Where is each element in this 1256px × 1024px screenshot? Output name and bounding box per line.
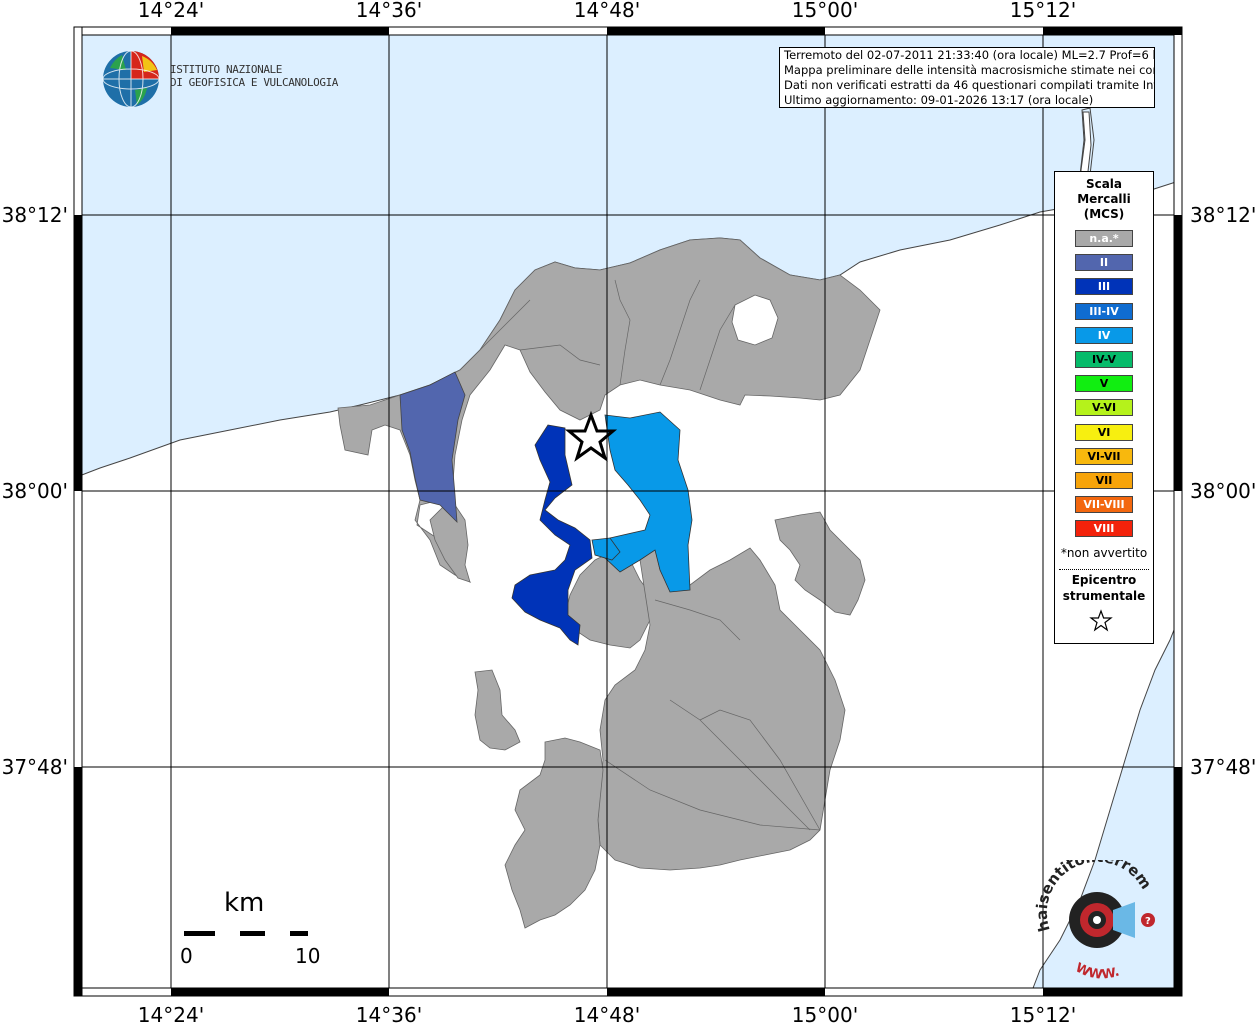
svg-text:WWW.: WWW.: [1073, 961, 1121, 980]
legend-class-iii-iv: III-IV: [1075, 302, 1133, 320]
x-tick-top-4: 15°00': [792, 0, 858, 22]
legend-title: Scala Mercalli (MCS): [1055, 177, 1153, 222]
y-tick-labels-right: 38°12' 38°00' 37°48': [1190, 203, 1256, 779]
y-tick-left-3: 37°48': [2, 755, 68, 779]
y-tick-left-1: 38°12': [2, 203, 68, 227]
ingv-institute-name: ISTITUTO NAZIONALE DI GEOFISICA E VULCAN…: [170, 63, 338, 89]
y-tick-right-3: 37°48': [1190, 755, 1256, 779]
legend-class-v-vi: V-VI: [1075, 399, 1133, 417]
y-tick-labels-left: 38°12' 38°00' 37°48': [2, 203, 68, 779]
legend-class-n-a: n.a.*: [1075, 230, 1133, 247]
x-tick-bottom-5: 15°12': [1010, 1003, 1076, 1024]
legend-class-vii: VII: [1075, 472, 1133, 489]
legend-title-line-2: Mercalli: [1077, 192, 1131, 206]
svg-text:?: ?: [1145, 916, 1151, 927]
legend-class-vi-vii: VI-VII: [1075, 447, 1133, 465]
legend-class-ii: II: [1075, 254, 1133, 272]
info-line-source: Dati non verificati estratti da 46 quest…: [784, 78, 1155, 92]
legend-title-line-3: (MCS): [1083, 207, 1125, 221]
y-tick-right-1: 38°12': [1190, 203, 1256, 227]
x-tick-labels-bottom: 14°24' 14°36' 14°48' 15°00' 15°12': [138, 1003, 1076, 1024]
watermark-www: WWW.: [1073, 961, 1121, 980]
x-tick-bottom-3: 14°48': [574, 1003, 640, 1024]
legend-class-iv-v: IV-V: [1075, 351, 1133, 368]
legend-epicenter-line-1: Epicentro: [1071, 573, 1137, 587]
y-tick-right-2: 38°00': [1190, 479, 1256, 503]
legend-class-viii: VIII: [1075, 520, 1133, 538]
x-tick-top-2: 14°36': [356, 0, 422, 22]
x-tick-labels-top: 14°24' 14°36' 14°48' 15°00' 15°12': [138, 0, 1076, 22]
legend-title-line-1: Scala: [1085, 177, 1123, 191]
event-info-box: Terremoto del 02-07-2011 21:33:40 (ora l…: [779, 47, 1155, 108]
legend-epicenter-line-2: strumentale: [1062, 589, 1146, 603]
scale-max-label: 10: [295, 944, 321, 968]
x-tick-bottom-2: 14°36': [356, 1003, 422, 1024]
x-tick-top-5: 15°12': [1010, 0, 1076, 22]
info-line-updated: Ultimo aggiornamento: 09-01-2026 13:17 (…: [784, 93, 1094, 107]
scale-bar: km 0 10: [180, 888, 320, 968]
legend-epicenter-label: Epicentro strumentale: [1055, 572, 1153, 604]
legend-class-vii-viii: VII-VIII: [1075, 496, 1133, 514]
x-tick-bottom-4: 15°00': [792, 1003, 858, 1024]
ingv-globe-logo: [102, 50, 160, 108]
legend-class-vi: VI: [1075, 423, 1133, 441]
x-tick-bottom-1: 14°24': [138, 1003, 204, 1024]
legend-star-icon: [1089, 609, 1113, 632]
scale-min-label: 0: [180, 944, 193, 968]
institute-line-2: DI GEOFISICA E VULCANOLOGIA: [170, 76, 339, 89]
x-tick-top-3: 14°48': [574, 0, 640, 22]
mcs-legend: Scala Mercalli (MCS) n.a.* II III III-IV IV I…: [1054, 171, 1154, 644]
x-tick-top-1: 14°24': [138, 0, 204, 22]
y-tick-left-2: 38°00': [2, 479, 68, 503]
legend-class-iii: III: [1075, 278, 1133, 296]
scale-bar-graphic: [184, 931, 308, 936]
legend-footnote: *non avvertito: [1060, 546, 1148, 560]
legend-divider: [1059, 569, 1149, 570]
info-line-description: Mappa preliminare delle intensità macros…: [784, 63, 1155, 77]
legend-class-iv: IV: [1075, 326, 1133, 344]
info-line-event: Terremoto del 02-07-2011 21:33:40 (ora l…: [784, 48, 1155, 62]
haisentito-logo: haisentitoilterremoto.it WWW. ?: [1035, 860, 1155, 980]
institute-line-1: ISTITUTO NAZIONALE: [170, 63, 283, 76]
legend-class-v: V: [1075, 375, 1133, 393]
scale-unit: km: [224, 888, 265, 918]
